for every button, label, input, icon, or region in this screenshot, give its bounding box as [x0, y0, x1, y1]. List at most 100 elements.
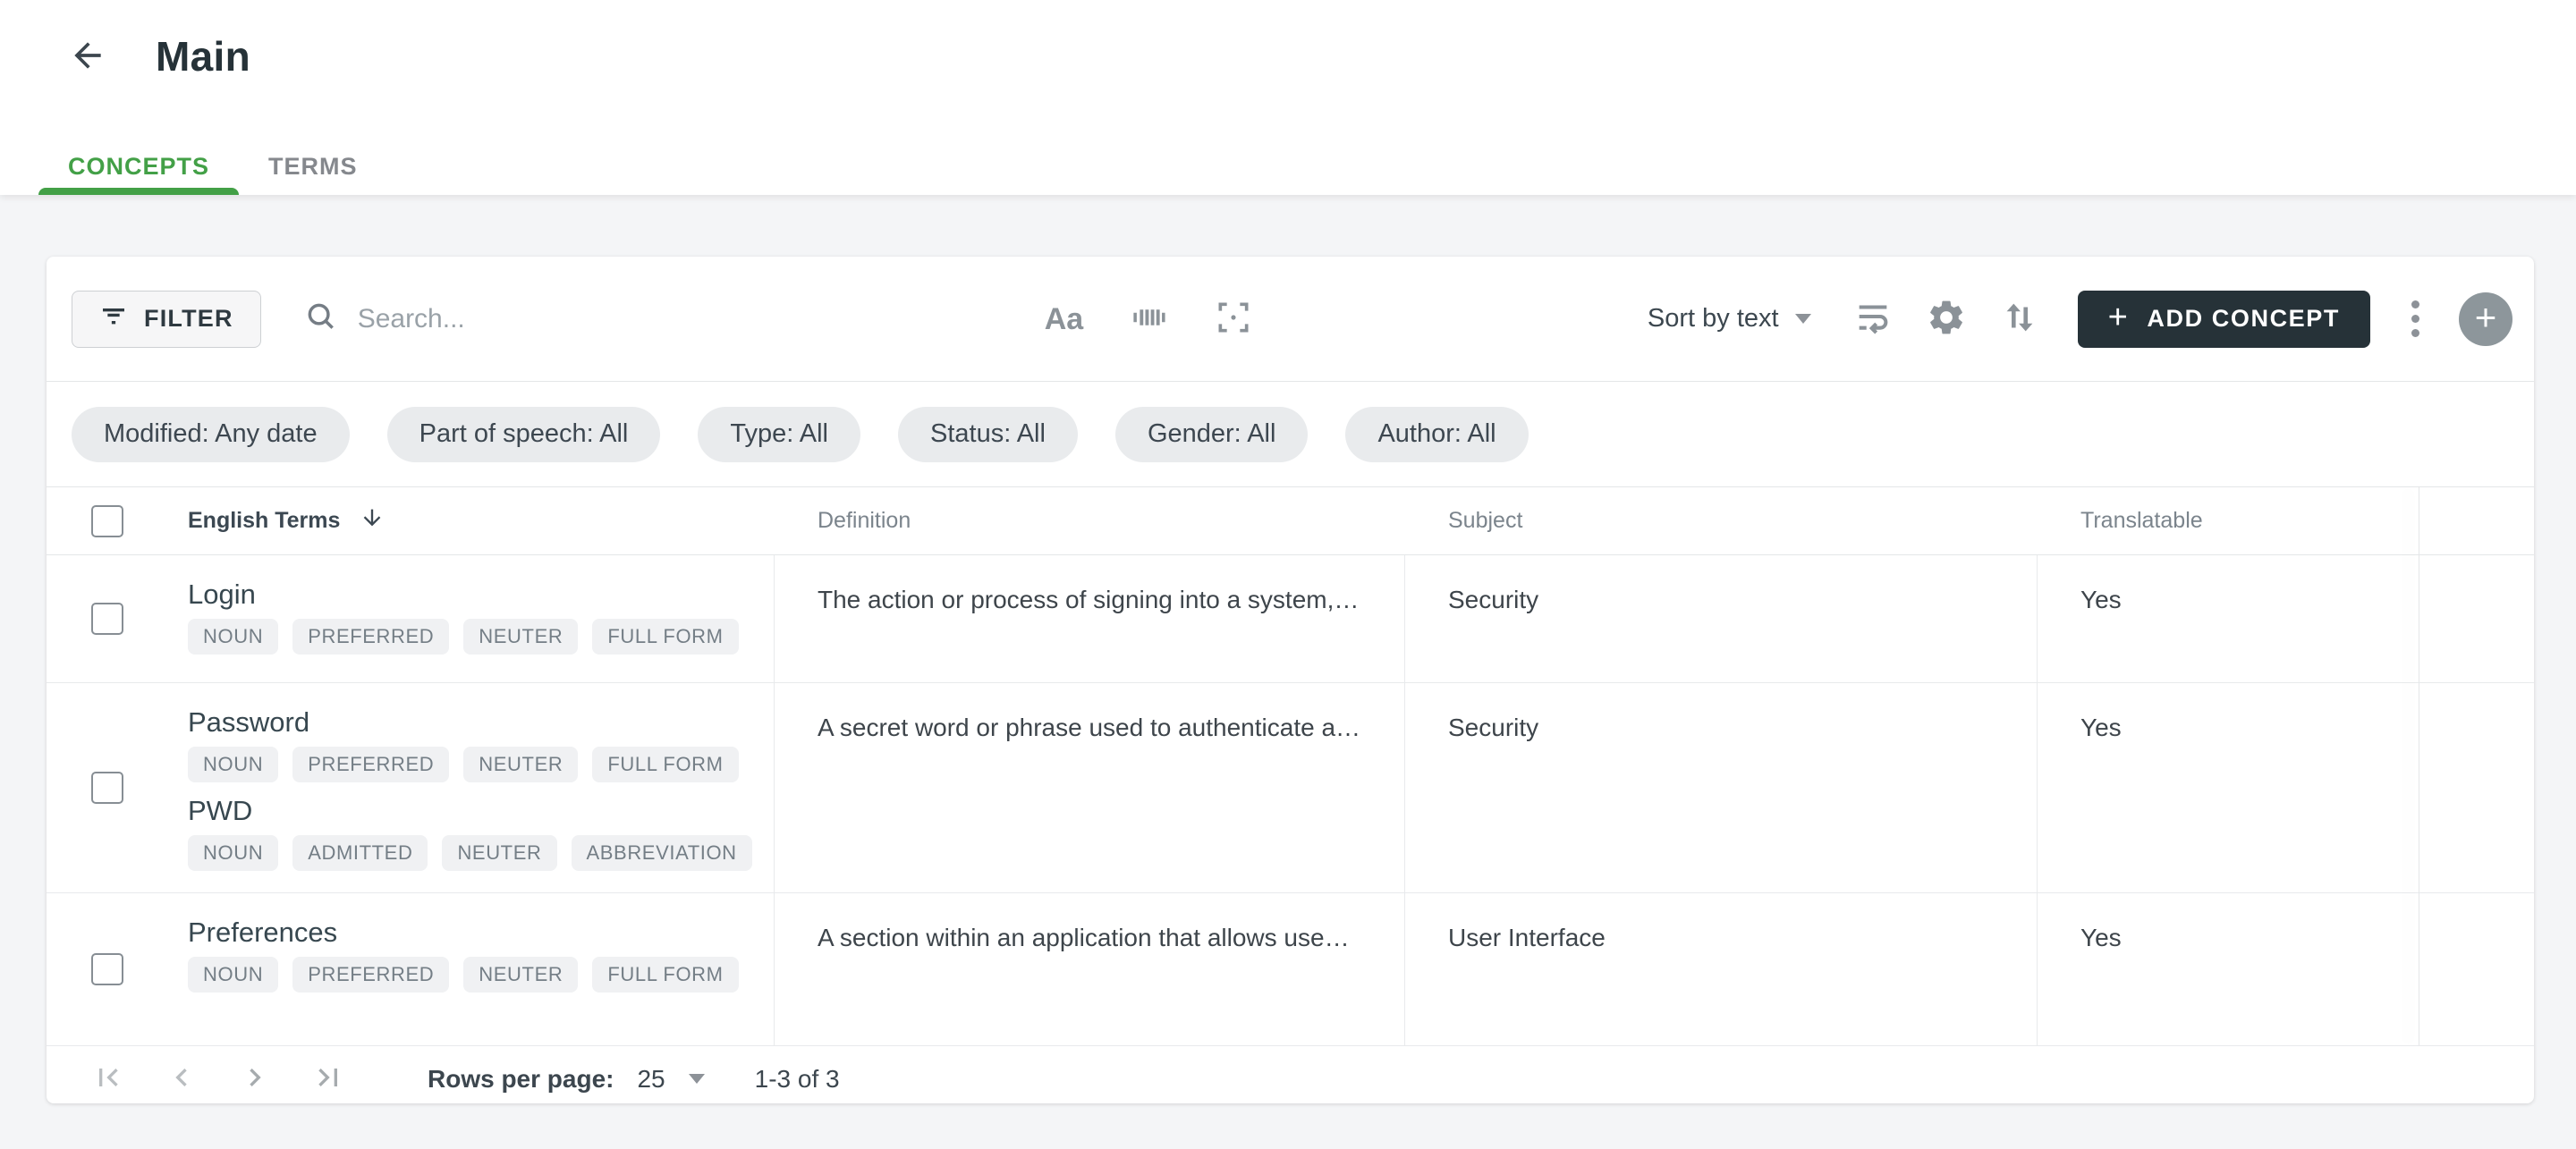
title-row: Main	[66, 32, 2576, 80]
selection-frame-icon	[1214, 298, 1253, 340]
term-badges: NOUN PREFERRED NEUTER FULL FORM	[188, 957, 747, 993]
search-icon	[304, 300, 338, 338]
term-entry: Password NOUN PREFERRED NEUTER FULL FORM	[188, 706, 747, 782]
wrap-text-button[interactable]	[1852, 297, 1894, 341]
translatable-cell: Yes	[2080, 924, 2122, 951]
next-page-button[interactable]	[234, 1059, 275, 1100]
last-page-button[interactable]	[308, 1059, 349, 1100]
term-entry: PWD NOUN ADMITTED NEUTER ABBREVIATION	[188, 795, 752, 871]
table-row[interactable]: Login NOUN PREFERRED NEUTER FULL FORM Th…	[47, 555, 2534, 683]
terms-cell: Password NOUN PREFERRED NEUTER FULL FORM…	[181, 683, 775, 892]
concepts-table-card: FILTER Aa	[47, 257, 2534, 1103]
term-attribute-badge: PREFERRED	[292, 747, 450, 782]
table-row[interactable]: Preferences NOUN PREFERRED NEUTER FULL F…	[47, 893, 2534, 1045]
gear-icon	[1926, 297, 1967, 341]
add-concept-button[interactable]: + ADD CONCEPT	[2077, 290, 2370, 348]
plus-circle-icon: +	[2474, 295, 2497, 338]
term-name: PWD	[188, 795, 253, 826]
settings-button[interactable]	[1926, 297, 1967, 341]
pinned-column-spacer	[2465, 555, 2534, 682]
row-checkbox-cell	[47, 893, 181, 1045]
term-attribute-badge: PREFERRED	[292, 957, 450, 993]
term-entry: Preferences NOUN PREFERRED NEUTER FULL F…	[188, 917, 747, 993]
sort-direction-button[interactable]	[1999, 297, 2040, 341]
table-header-row: English Terms Definition Subject Transla…	[47, 487, 2534, 555]
translatable-cell: Yes	[2080, 714, 2122, 741]
whole-word-button[interactable]	[1130, 299, 1167, 339]
translatable-cell: Yes	[2080, 586, 2122, 613]
search-option-icons: Aa	[1045, 298, 1253, 340]
add-concept-label: ADD CONCEPT	[2147, 305, 2340, 332]
previous-page-button[interactable]	[161, 1059, 202, 1100]
rows-per-page-label: Rows per page:	[428, 1064, 614, 1093]
top-header: Main CONCEPTS TERMS	[0, 0, 2576, 195]
chevron-left-icon	[164, 1060, 199, 1098]
first-page-button[interactable]	[88, 1059, 129, 1100]
term-attribute-badge: NEUTER	[442, 835, 557, 871]
term-attribute-badge: ADMITTED	[292, 835, 428, 871]
rows-per-page-caret-icon[interactable]	[688, 1074, 705, 1084]
column-header-english-terms[interactable]: English Terms	[181, 505, 775, 536]
tab-bar: CONCEPTS TERMS	[38, 138, 2576, 195]
filter-chip[interactable]: Author: All	[1345, 406, 1529, 462]
column-header-subject[interactable]: Subject	[1405, 508, 2038, 534]
definition-cell: A secret word or phrase used to authenti…	[775, 683, 1405, 892]
match-case-icon: Aa	[1044, 301, 1084, 336]
term-badges: NOUN PREFERRED NEUTER FULL FORM	[188, 747, 747, 782]
term-attribute-badge: NOUN	[188, 747, 279, 782]
row-checkbox[interactable]	[91, 953, 123, 985]
row-checkbox-cell	[47, 555, 181, 682]
select-all-checkbox[interactable]	[91, 504, 123, 537]
more-options-button[interactable]	[2406, 295, 2425, 342]
term-attribute-badge: FULL FORM	[592, 957, 739, 993]
tab-terms[interactable]: TERMS	[239, 138, 387, 195]
filter-chip[interactable]: Gender: All	[1114, 406, 1309, 462]
subject-cell: Security	[1405, 683, 2038, 892]
rows-per-page-value[interactable]: 25	[637, 1065, 665, 1094]
search-input[interactable]	[357, 303, 930, 334]
filter-chips-row: Modified: Any date Part of speech: All T…	[47, 382, 2534, 487]
filter-chip[interactable]: Part of speech: All	[386, 406, 661, 462]
term-attribute-badge: NEUTER	[463, 619, 579, 655]
toolbar-action-icons	[1852, 297, 2040, 341]
tab-concepts[interactable]: CONCEPTS	[38, 138, 240, 195]
sort-dropdown-label: Sort by text	[1647, 304, 1779, 333]
field-scope-button[interactable]	[1214, 298, 1253, 340]
pagination-range: 1-3 of 3	[754, 1064, 840, 1093]
table-row[interactable]: Password NOUN PREFERRED NEUTER FULL FORM…	[47, 683, 2534, 893]
table-body: Login NOUN PREFERRED NEUTER FULL FORM Th…	[47, 555, 2534, 1045]
column-header-translatable[interactable]: Translatable	[2038, 508, 2465, 534]
term-attribute-badge: NEUTER	[463, 957, 579, 993]
quick-add-button[interactable]: +	[2459, 291, 2512, 346]
search-field	[304, 300, 1002, 338]
match-case-button[interactable]: Aa	[1045, 304, 1083, 334]
back-button[interactable]	[66, 35, 109, 78]
concepts-table: English Terms Definition Subject Transla…	[47, 487, 2534, 1045]
row-checkbox[interactable]	[91, 772, 123, 804]
column-header-definition[interactable]: Definition	[775, 508, 1405, 534]
plus-icon: +	[2107, 299, 2130, 336]
term-name: Password	[188, 706, 310, 738]
subject-cell: User Interface	[1405, 893, 2038, 1045]
filter-chip[interactable]: Status: All	[897, 406, 1078, 462]
row-checkbox[interactable]	[91, 603, 123, 635]
filter-button[interactable]: FILTER	[72, 290, 261, 348]
term-attribute-badge: NOUN	[188, 957, 279, 993]
sort-dropdown[interactable]: Sort by text	[1648, 304, 1811, 334]
arrow-down-icon	[360, 505, 385, 536]
term-name: Login	[188, 579, 256, 610]
subject-cell: Security	[1405, 555, 2038, 682]
term-entry: Login NOUN PREFERRED NEUTER FULL FORM	[188, 579, 747, 655]
pinned-column-spacer	[2465, 893, 2534, 1045]
barcode-icon	[1130, 299, 1167, 339]
term-name: Preferences	[188, 917, 338, 948]
term-attribute-badge: NOUN	[188, 619, 279, 655]
kebab-menu-icon	[2411, 300, 2419, 308]
filter-chip[interactable]: Type: All	[698, 406, 860, 462]
filter-chip[interactable]: Modified: Any date	[72, 406, 350, 462]
term-attribute-badge: PREFERRED	[292, 619, 450, 655]
term-attribute-badge: FULL FORM	[592, 747, 739, 782]
filter-button-label: FILTER	[144, 305, 233, 332]
terms-cell: Preferences NOUN PREFERRED NEUTER FULL F…	[181, 893, 775, 1045]
pagination-bar: Rows per page: 25 1-3 of 3	[47, 1045, 2534, 1103]
